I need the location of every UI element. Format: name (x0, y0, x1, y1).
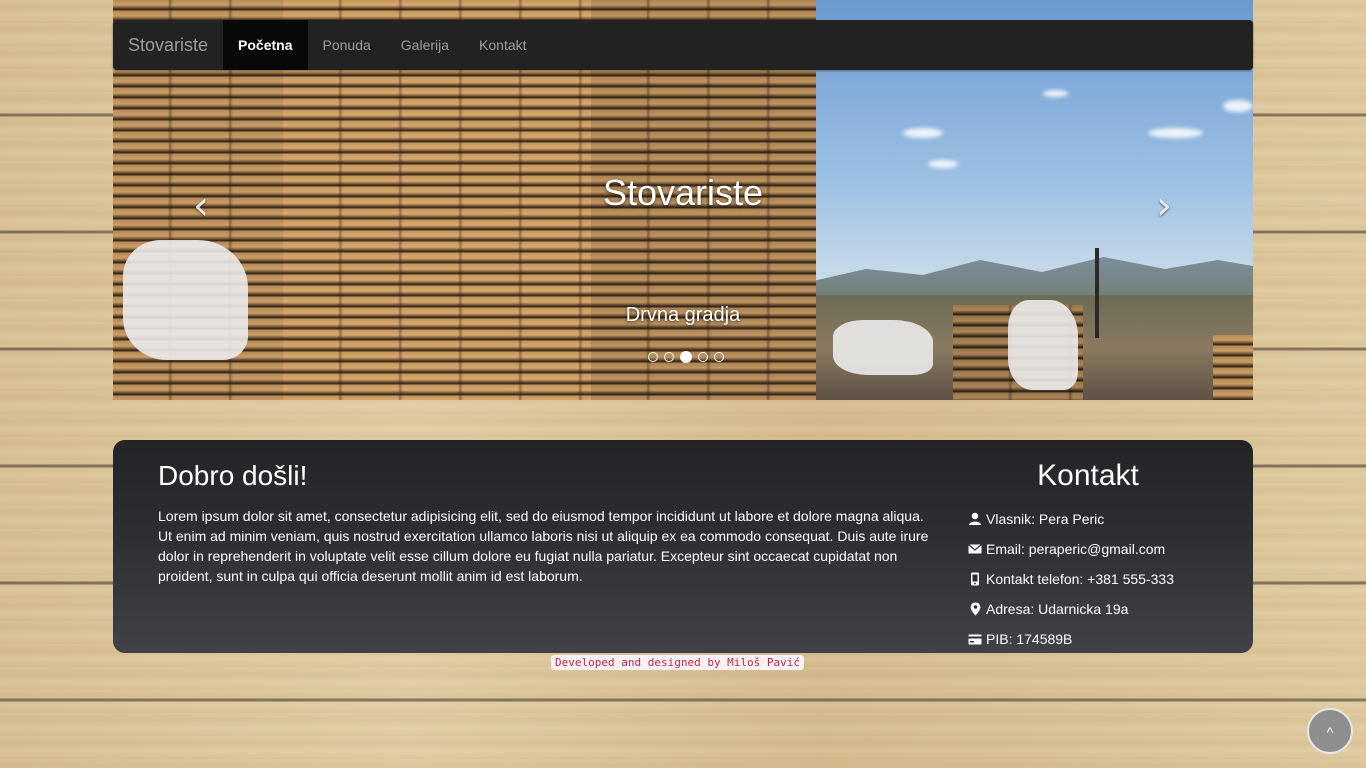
nav-item-ponuda[interactable]: Ponuda (308, 20, 386, 70)
nav-item-galerija[interactable]: Galerija (386, 20, 464, 70)
carousel-next-button[interactable]: › (1149, 186, 1179, 226)
nav-item-kontakt[interactable]: Kontakt (464, 20, 541, 70)
user-icon (968, 512, 982, 526)
contact-address-text: Adresa: Udarnicka 19a (986, 601, 1129, 617)
welcome-section: Dobro došli! Lorem ipsum dolor sit amet,… (158, 458, 933, 586)
contact-section: Kontakt Vlasnik: Pera Peric Email: perap… (968, 458, 1208, 654)
phone-icon (968, 572, 982, 586)
carousel-indicators (113, 351, 1253, 363)
contact-phone-text: Kontakt telefon: +381 555-333 (986, 571, 1174, 587)
contact-phone: Kontakt telefon: +381 555-333 (968, 564, 1208, 594)
envelope-icon (968, 542, 982, 556)
carousel-prev-button[interactable]: ‹ (186, 186, 216, 226)
contact-owner: Vlasnik: Pera Peric (968, 504, 1208, 534)
caret-up-icon: ^ (1326, 724, 1334, 740)
carousel-indicator-5[interactable] (714, 352, 724, 362)
contact-pib-text: PIB: 174589B (986, 631, 1073, 647)
contact-heading: Kontakt (1037, 459, 1139, 492)
carousel-indicator-2[interactable] (664, 352, 674, 362)
contact-owner-text: Vlasnik: Pera Peric (986, 511, 1105, 527)
chevron-left-icon: ‹ (193, 183, 209, 229)
hero-subtitle: Drvna gradja (625, 304, 741, 326)
chevron-right-icon: › (1156, 183, 1172, 229)
contact-email-text: Email: peraperic@gmail.com (986, 541, 1166, 557)
navbar: Stovariste Početna Ponuda Galerija Konta… (113, 20, 1253, 70)
carousel-indicator-1[interactable] (648, 352, 658, 362)
carousel-indicator-3[interactable] (680, 351, 692, 363)
contact-email: Email: peraperic@gmail.com (968, 534, 1208, 564)
credit-card-icon (968, 632, 982, 646)
map-marker-icon (968, 602, 982, 616)
content-panel: Dobro došli! Lorem ipsum dolor sit amet,… (113, 440, 1253, 653)
navbar-brand[interactable]: Stovariste (113, 20, 223, 70)
contact-pib: PIB: 174589B (968, 624, 1208, 654)
welcome-text: Lorem ipsum dolor sit amet, consectetur … (158, 508, 929, 584)
footer-credit: Developed and designed by Miloš Pavić (551, 655, 805, 670)
carousel-indicator-4[interactable] (698, 352, 708, 362)
back-to-top-button[interactable]: ^ (1307, 708, 1353, 754)
nav-item-pocetna[interactable]: Početna (223, 20, 308, 70)
welcome-heading: Dobro došli! (158, 460, 308, 491)
contact-address: Adresa: Udarnicka 19a (968, 594, 1208, 624)
hero-title: Stovariste (602, 172, 764, 213)
